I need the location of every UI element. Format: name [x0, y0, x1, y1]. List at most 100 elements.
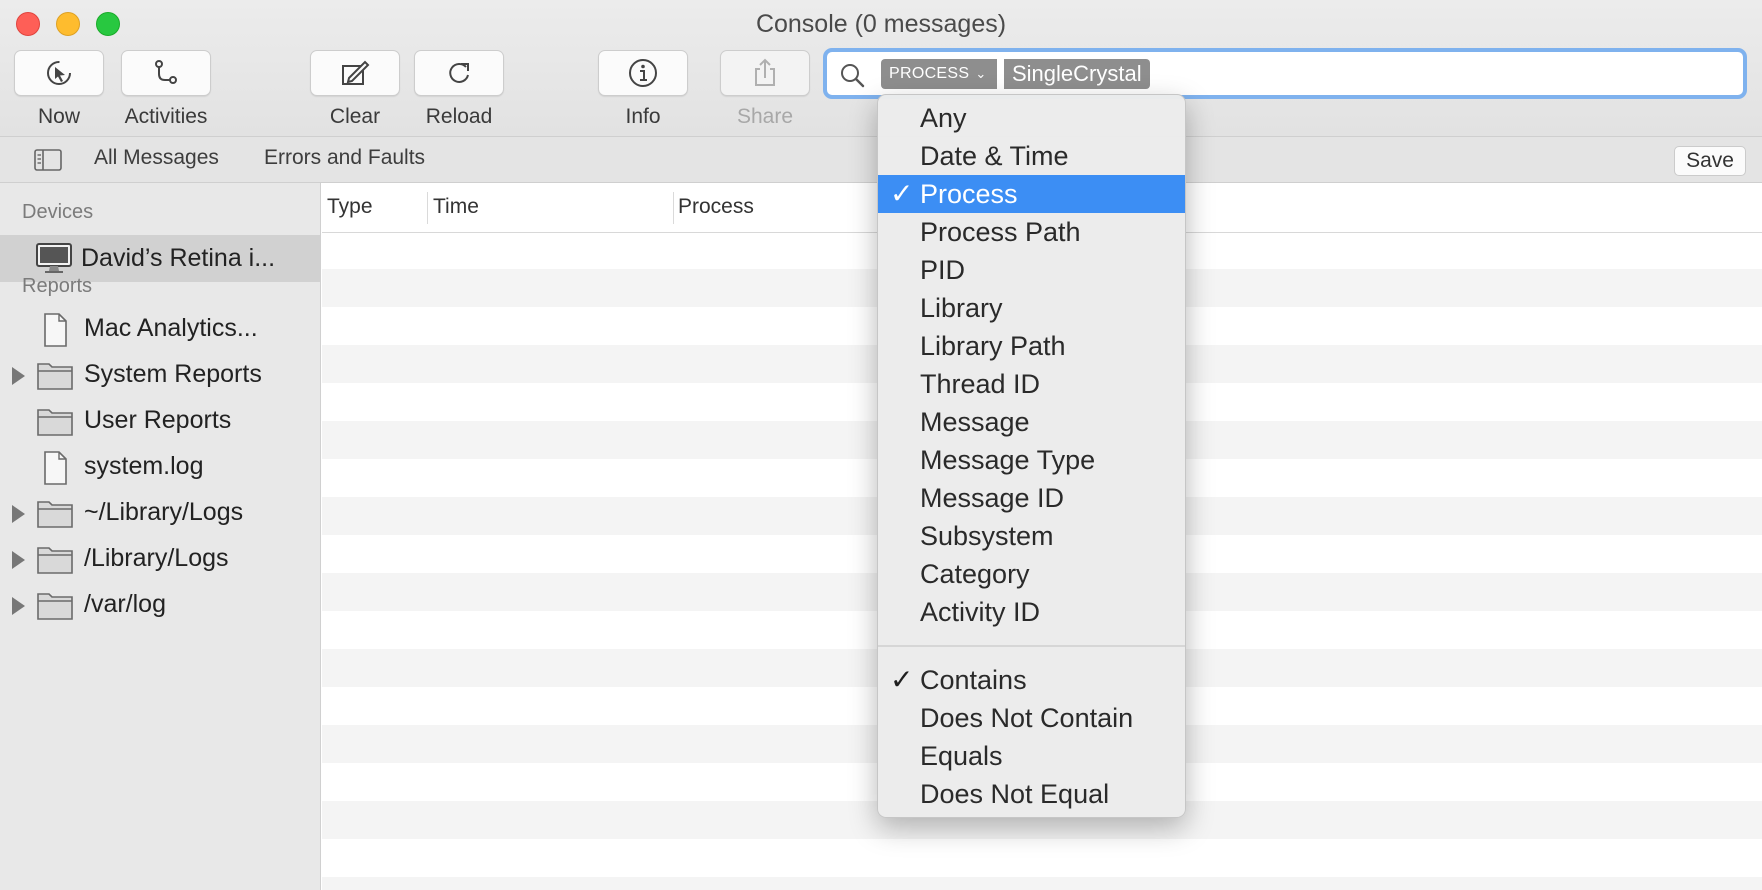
sidebar: Devices David’s Retina i... Reports Mac …: [0, 183, 321, 890]
menu-item-label: PID: [920, 255, 966, 285]
sidebar-item-label: /var/log: [84, 590, 166, 618]
devices-header: Devices: [22, 201, 94, 223]
menu-operator-does-not-contain[interactable]: Does Not Contain: [878, 699, 1185, 737]
menu-item-label: Message: [920, 407, 1030, 437]
menu-item-activity-id[interactable]: Activity ID: [878, 593, 1185, 631]
menu-item-message-id[interactable]: Message ID: [878, 479, 1185, 517]
document-icon: [36, 312, 74, 353]
activities-tool[interactable]: Activities: [121, 50, 211, 129]
now-icon: [47, 61, 71, 85]
menu-item-label: Subsystem: [920, 521, 1054, 551]
menu-separator: [878, 645, 1185, 647]
share-icon: [755, 58, 775, 86]
activities-icon: [155, 60, 177, 84]
column-header-time[interactable]: Time: [433, 195, 479, 219]
menu-item-subsystem[interactable]: Subsystem: [878, 517, 1185, 555]
share-button[interactable]: [720, 50, 810, 96]
reload-button[interactable]: [414, 50, 504, 96]
menu-item-message[interactable]: Message: [878, 403, 1185, 441]
sidebar-item-label: Mac Analytics...: [84, 314, 258, 342]
chevron-down-icon: ⌄: [975, 66, 987, 81]
info-icon: [629, 59, 657, 87]
sidebar-item-report[interactable]: System Reports: [0, 354, 320, 398]
menu-item-label: Process Path: [920, 217, 1081, 247]
activities-button[interactable]: [121, 50, 211, 96]
column-divider[interactable]: [673, 192, 674, 224]
document-icon: [36, 450, 74, 491]
menu-item-label: Message ID: [920, 483, 1065, 513]
menu-item-thread-id[interactable]: Thread ID: [878, 365, 1185, 403]
clear-tool[interactable]: Clear: [310, 50, 400, 129]
menu-item-label: Activity ID: [920, 597, 1041, 627]
menu-item-message-type[interactable]: Message Type: [878, 441, 1185, 479]
disclosure-triangle-icon[interactable]: [12, 505, 25, 523]
column-divider[interactable]: [427, 192, 428, 224]
sidebar-item-device-label: David’s Retina i...: [81, 244, 276, 272]
checkmark-icon: ✓: [890, 178, 914, 209]
info-button[interactable]: [598, 50, 688, 96]
reports-header: Reports: [22, 275, 93, 297]
menu-item-label: Date & Time: [920, 141, 1069, 171]
menu-item-label: Any: [920, 103, 967, 133]
search-token-category-label: PROCESS: [889, 65, 970, 82]
menu-item-label: Contains: [920, 665, 1027, 695]
folder-icon: [36, 496, 74, 535]
search-token-value[interactable]: SingleCrystal: [1004, 59, 1150, 89]
search-field[interactable]: PROCESS ⌄ SingleCrystal: [823, 48, 1747, 99]
save-button[interactable]: Save: [1674, 146, 1746, 176]
menu-item-label: Message Type: [920, 445, 1096, 475]
folder-icon: [36, 358, 74, 397]
menu-item-label: Does Not Equal: [920, 779, 1110, 809]
menu-operator-contains[interactable]: ✓ Contains: [878, 661, 1185, 699]
now-tool[interactable]: Now: [14, 50, 104, 129]
sidebar-item-report[interactable]: User Reports: [0, 400, 320, 444]
sidebar-item-label: /Library/Logs: [84, 544, 229, 572]
disclosure-triangle-icon[interactable]: [12, 551, 25, 569]
sidebar-item-report[interactable]: /Library/Logs: [0, 538, 320, 582]
table-row: [322, 877, 1762, 890]
sidebar-item-label: ~/Library/Logs: [84, 498, 244, 526]
menu-item-process-path[interactable]: Process Path: [878, 213, 1185, 251]
menu-item-library-path[interactable]: Library Path: [878, 327, 1185, 365]
folder-icon: [36, 404, 74, 443]
column-header-type[interactable]: Type: [327, 195, 373, 219]
sidebar-item-report[interactable]: Mac Analytics...: [0, 308, 320, 352]
disclosure-triangle-icon[interactable]: [12, 597, 25, 615]
filter-all-messages[interactable]: All Messages: [94, 146, 219, 170]
checkmark-icon: ✓: [890, 664, 914, 695]
menu-item-library[interactable]: Library: [878, 289, 1185, 327]
menu-operator-does-not-equal[interactable]: Does Not Equal: [878, 775, 1185, 813]
reload-tool[interactable]: Reload: [414, 50, 504, 129]
sidebar-item-report[interactable]: system.log: [0, 446, 320, 490]
sidebar-item-report[interactable]: /var/log: [0, 584, 320, 628]
window-title: Console (0 messages): [755, 10, 1007, 38]
computer-icon: [36, 243, 72, 273]
disclosure-triangle-icon[interactable]: [12, 367, 25, 385]
menu-item-label: Category: [920, 559, 1030, 589]
sidebar-item-report[interactable]: ~/Library/Logs: [0, 492, 320, 536]
menu-item-label: Thread ID: [920, 369, 1041, 399]
sidebar-item-label: system.log: [84, 452, 204, 480]
menu-item-date-time[interactable]: Date & Time: [878, 137, 1185, 175]
menu-item-pid[interactable]: PID: [878, 251, 1185, 289]
folder-icon: [36, 588, 74, 627]
menu-item-process[interactable]: ✓ Process: [878, 175, 1185, 213]
now-button[interactable]: [14, 50, 104, 96]
clear-button[interactable]: [310, 50, 400, 96]
menu-item-label: Does Not Contain: [920, 703, 1134, 733]
sidebar-item-label: System Reports: [84, 360, 262, 388]
sidebar-toggle-icon[interactable]: [34, 149, 62, 171]
menu-operator-equals[interactable]: Equals: [878, 737, 1185, 775]
info-tool[interactable]: Info: [598, 50, 688, 129]
menu-item-category[interactable]: Category: [878, 555, 1185, 593]
share-tool[interactable]: Share: [720, 50, 810, 129]
menu-item-any[interactable]: Any: [878, 99, 1185, 137]
menu-item-label: Library: [920, 293, 1003, 323]
reload-label: Reload: [425, 105, 493, 128]
share-label: Share: [736, 105, 794, 128]
search-token-category[interactable]: PROCESS ⌄: [881, 59, 997, 89]
console-window: Console (0 messages) Now Activities Clea…: [0, 0, 1762, 890]
filter-errors-and-faults[interactable]: Errors and Faults: [264, 146, 425, 170]
menu-item-label: Equals: [920, 741, 1003, 771]
column-header-process[interactable]: Process: [678, 195, 754, 219]
